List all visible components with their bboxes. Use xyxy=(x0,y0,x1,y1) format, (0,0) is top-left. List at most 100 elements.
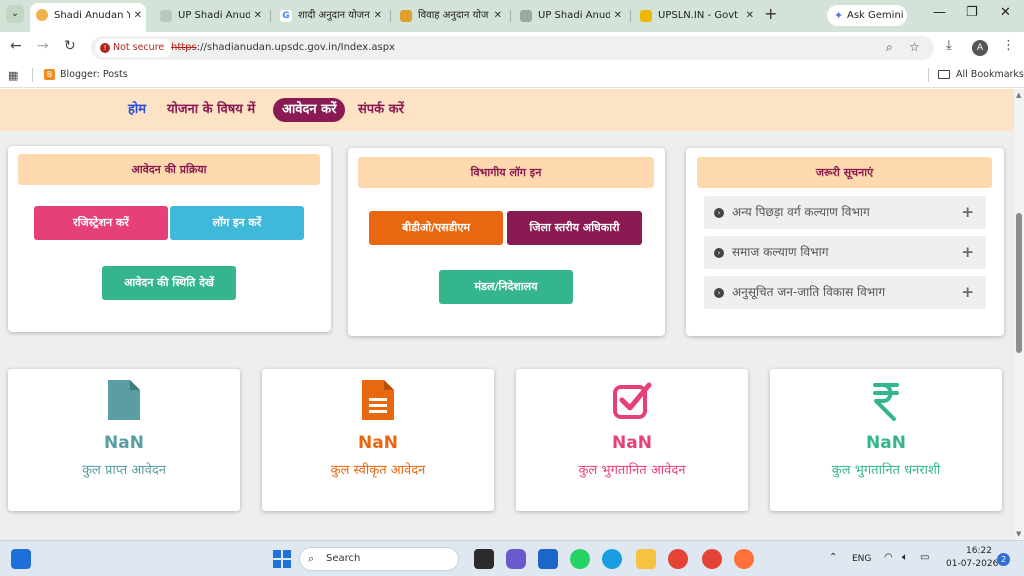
chevron-right-icon: › xyxy=(714,288,724,298)
important-notices-panel: जरूरी सूचनाएं › अन्य पिछड़ा वर्ग कल्याण … xyxy=(686,148,1004,336)
bdo-sdm-login-button[interactable]: बीडीओ/एसडीएम xyxy=(369,211,503,245)
notification-badge[interactable]: 2 xyxy=(997,553,1010,566)
expand-plus-icon[interactable]: + xyxy=(961,276,974,309)
widgets-icon[interactable] xyxy=(11,549,31,569)
stat-label: कुल प्राप्त आवेदन xyxy=(82,463,166,478)
scrollbar-thumb[interactable] xyxy=(1016,213,1022,353)
reload-icon[interactable]: ↻ xyxy=(64,38,76,54)
page-scrollbar[interactable]: ▲ ▼ xyxy=(1014,89,1024,540)
stat-value: NaN xyxy=(866,433,906,453)
notice-social-welfare[interactable]: › समाज कल्याण विभाग + xyxy=(704,236,986,269)
language-indicator[interactable]: ENG xyxy=(852,554,871,564)
tab-search-icon[interactable]: ⌄ xyxy=(6,5,24,23)
tray-chevron-up-icon[interactable]: ⌃ xyxy=(829,552,837,563)
expand-plus-icon[interactable]: + xyxy=(961,236,974,269)
apps-grid-icon[interactable]: ▦ xyxy=(8,69,18,82)
chrome-icon[interactable] xyxy=(668,549,688,569)
tab-google-search[interactable]: G शादी अनुदान योजना ✕ xyxy=(274,4,386,28)
application-status-button[interactable]: आवेदन की स्थिति देखें xyxy=(102,266,236,300)
teams-chat-icon[interactable] xyxy=(506,549,526,569)
tab-label: विवाह अनुदान योज xyxy=(418,10,489,21)
close-tab-icon[interactable]: ✕ xyxy=(614,4,622,28)
search-icon: ⌕ xyxy=(308,552,315,565)
tab-upsln[interactable]: UPSLN.IN - Govt ✕ xyxy=(634,4,758,28)
url-path: ://shadianudan.upsdc.gov.in/Index.aspx xyxy=(196,42,395,53)
forward-arrow-icon[interactable]: → xyxy=(37,38,49,54)
clock-date[interactable]: 01-07-2026 xyxy=(946,559,998,569)
chrome-profile-icon[interactable] xyxy=(702,549,722,569)
bookmark-blogger-posts[interactable]: B Blogger: Posts xyxy=(44,62,128,88)
gemini-sparkle-icon: ✦ xyxy=(834,9,844,22)
district-officer-login-button[interactable]: जिला स्तरीय अधिकारी xyxy=(507,211,642,245)
tab-vivah-anudan[interactable]: विवाह अनुदान योज ✕ xyxy=(394,4,506,28)
start-windows-icon[interactable] xyxy=(272,549,292,569)
stat-value: NaN xyxy=(612,433,652,453)
scroll-up-arrow-icon[interactable]: ▲ xyxy=(1016,91,1021,99)
login-button[interactable]: लॉग इन करें xyxy=(170,206,304,240)
new-tab-plus-icon[interactable]: + xyxy=(764,5,777,23)
browser-toolbar: ← → ↻ ! Not secure https://shadianudan.u… xyxy=(0,32,1024,62)
blogger-icon: B xyxy=(44,69,55,80)
file-explorer-icon[interactable] xyxy=(636,549,656,569)
stat-label: कुल भुगतानित आवेदन xyxy=(578,463,686,478)
site-favicon-icon xyxy=(36,9,48,21)
more-menu-icon[interactable]: ⋮ xyxy=(1002,38,1015,53)
expand-plus-icon[interactable]: + xyxy=(961,196,974,229)
stat-label: कुल स्वीकृत आवेदन xyxy=(330,463,426,478)
tab-separator xyxy=(630,10,631,22)
close-tab-icon[interactable]: ✕ xyxy=(134,3,142,29)
close-tab-icon[interactable]: ✕ xyxy=(494,4,502,28)
panel-title: विभागीय लॉग इन xyxy=(358,157,654,188)
warning-icon: ! xyxy=(100,43,110,53)
tab-shadi-anudan-active[interactable]: Shadi Anudan Yo ✕ xyxy=(30,3,146,32)
scroll-down-arrow-icon[interactable]: ▼ xyxy=(1016,530,1021,538)
task-view-icon[interactable] xyxy=(474,549,494,569)
notice-label: अनुसूचित जन-जाति विकास विभाग xyxy=(732,285,886,299)
close-tab-icon[interactable]: ✕ xyxy=(254,4,262,28)
application-process-panel: आवेदन की प्रक्रिया रजिस्ट्रेशन करें लॉग … xyxy=(8,146,331,332)
tab-up-shadi-anudan-2[interactable]: UP Shadi Anudan ✕ xyxy=(514,4,626,28)
zoom-search-icon[interactable]: ⌕ xyxy=(886,40,893,55)
nav-about-scheme[interactable]: योजना के विषय में xyxy=(167,99,255,121)
nav-home[interactable]: होम xyxy=(128,99,146,121)
battery-icon[interactable]: ▭ xyxy=(920,552,929,563)
division-directorate-login-button[interactable]: मंडल/निदेशालय xyxy=(439,270,573,304)
whatsapp-icon[interactable] xyxy=(570,549,590,569)
back-arrow-icon[interactable]: ← xyxy=(10,38,22,54)
download-icon[interactable]: ⤓ xyxy=(946,38,952,53)
document-icon xyxy=(108,380,140,420)
windows-logo-icon xyxy=(273,550,291,568)
store-icon[interactable] xyxy=(538,549,558,569)
address-bar[interactable]: ! Not secure https://shadianudan.upsdc.g… xyxy=(91,36,934,60)
minimize-icon[interactable]: — xyxy=(933,5,946,20)
taskbar-search[interactable]: ⌕ Search xyxy=(299,547,459,571)
volume-icon[interactable]: 🔈︎ xyxy=(902,552,908,563)
close-tab-icon[interactable]: ✕ xyxy=(374,4,382,28)
close-tab-icon[interactable]: ✕ xyxy=(746,4,754,28)
firefox-icon[interactable] xyxy=(734,549,754,569)
bookmark-star-icon[interactable]: ☆ xyxy=(909,40,920,54)
file-text-icon xyxy=(362,380,394,420)
close-window-icon[interactable]: ✕ xyxy=(1000,5,1011,20)
registration-button[interactable]: रजिस्ट्रेशन करें xyxy=(34,206,168,240)
restore-window-icon[interactable]: ❐ xyxy=(966,5,978,20)
nav-apply[interactable]: आवेदन करें xyxy=(273,98,346,122)
all-bookmarks-button[interactable]: All Bookmarks xyxy=(938,62,1024,88)
edge-icon[interactable] xyxy=(602,549,622,569)
nav-contact[interactable]: संपर्क करें xyxy=(358,99,404,121)
chevron-right-icon: › xyxy=(714,208,724,218)
browser-tab-strip: ⌄ Shadi Anudan Yo ✕ UP Shadi Anudan ✕ G … xyxy=(0,0,1024,32)
ask-gemini-button[interactable]: ✦ Ask Gemini xyxy=(827,5,907,26)
tab-up-shadi-anudan[interactable]: UP Shadi Anudan ✕ xyxy=(154,4,266,28)
not-secure-label: Not secure xyxy=(113,42,165,53)
notice-tribal-development[interactable]: › अनुसूचित जन-जाति विकास विभाग + xyxy=(704,276,986,309)
clock-time[interactable]: 16:22 xyxy=(966,546,992,556)
page-viewport: होम योजना के विषय में आवेदन करें संपर्क … xyxy=(0,89,1014,540)
url-scheme: https xyxy=(171,42,197,53)
tab-label: Shadi Anudan Yo xyxy=(54,10,130,21)
wifi-icon[interactable]: ◠ xyxy=(884,552,893,563)
bookmark-label: Blogger: Posts xyxy=(60,69,128,80)
profile-avatar[interactable]: A xyxy=(972,40,988,56)
not-secure-chip[interactable]: ! Not secure xyxy=(95,39,173,57)
notice-obc-welfare[interactable]: › अन्य पिछड़ा वर्ग कल्याण विभाग + xyxy=(704,196,986,229)
